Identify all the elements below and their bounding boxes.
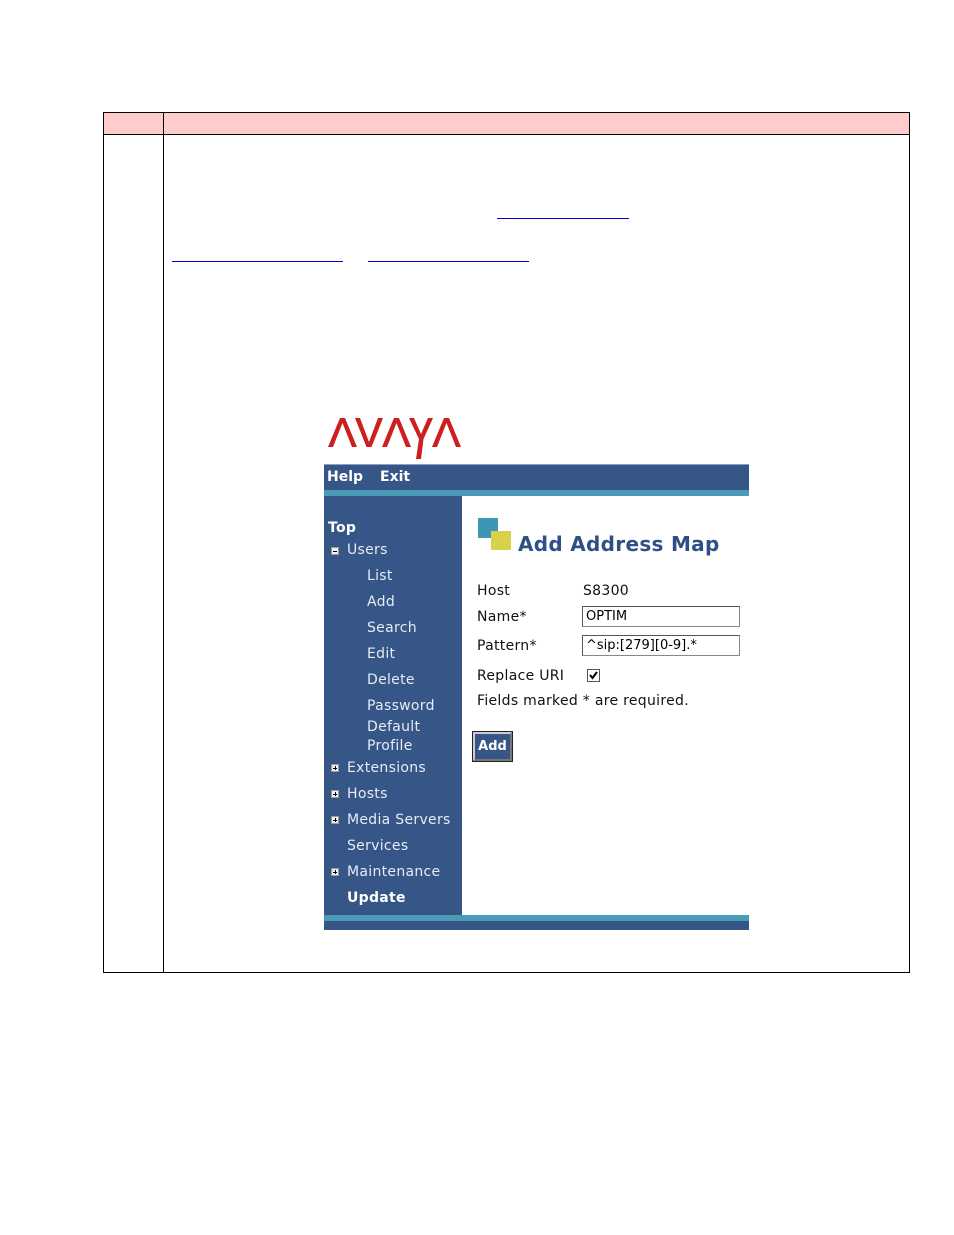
replace-uri-checkbox[interactable] (587, 669, 600, 682)
sidebar-item-media-servers[interactable]: Media Servers (347, 812, 451, 828)
sidebar-item-users[interactable]: Users (347, 542, 388, 558)
host-label: Host (477, 583, 511, 599)
help-menu[interactable]: Help (327, 469, 363, 485)
sidebar-item-edit[interactable]: Edit (367, 646, 395, 662)
sidebar-item-delete[interactable]: Delete (367, 672, 415, 688)
sidebar-item-top[interactable]: Top (328, 520, 356, 536)
address-map-icon (478, 518, 512, 550)
bottom-bar (324, 921, 749, 930)
sidebar-item-list[interactable]: List (367, 568, 393, 584)
expand-icon[interactable] (331, 816, 339, 824)
collapse-icon[interactable] (331, 547, 339, 555)
name-input[interactable] (582, 606, 740, 627)
pattern-input[interactable] (582, 635, 740, 656)
sidebar-item-services[interactable]: Services (347, 838, 408, 854)
host-value: S8300 (583, 583, 630, 599)
required-note: Fields marked * are required. (477, 693, 689, 709)
replace-uri-label: Replace URI (477, 668, 565, 684)
sidebar-item-password[interactable]: Password (367, 698, 435, 714)
sidebar-item-default-profile[interactable]: Default Profile (367, 718, 420, 756)
sidebar-item-add[interactable]: Add (367, 594, 395, 610)
sidebar-item-update[interactable]: Update (347, 890, 406, 906)
top-menu-bar: Help Exit (324, 464, 749, 490)
default-label: Default (367, 719, 421, 735)
add-button[interactable]: Add (473, 732, 512, 761)
sidebar-item-search[interactable]: Search (367, 620, 417, 636)
document-link-3[interactable] (368, 261, 529, 262)
expand-icon[interactable] (331, 790, 339, 798)
expand-icon[interactable] (331, 764, 339, 772)
profile-label: Profile (367, 738, 413, 754)
sidebar-item-extensions[interactable]: Extensions (347, 760, 426, 776)
exit-menu[interactable]: Exit (380, 469, 410, 485)
pattern-label: Pattern* (477, 638, 537, 654)
admin-panel: Help Exit Top Users List Add Search Edit… (324, 464, 749, 930)
table-header-row (104, 113, 909, 135)
checkmark-icon (589, 671, 598, 680)
document-link-2[interactable] (172, 261, 343, 262)
column-divider (163, 113, 164, 972)
expand-icon[interactable] (331, 868, 339, 876)
avaya-logo (328, 418, 461, 459)
sidebar-item-maintenance[interactable]: Maintenance (347, 864, 440, 880)
sidebar-item-hosts[interactable]: Hosts (347, 786, 388, 802)
document-link-1[interactable] (497, 218, 629, 219)
page-title: Add Address Map (518, 532, 720, 556)
sidebar: Top Users List Add Search Edit Delete Pa… (324, 496, 462, 915)
name-label: Name* (477, 609, 527, 625)
